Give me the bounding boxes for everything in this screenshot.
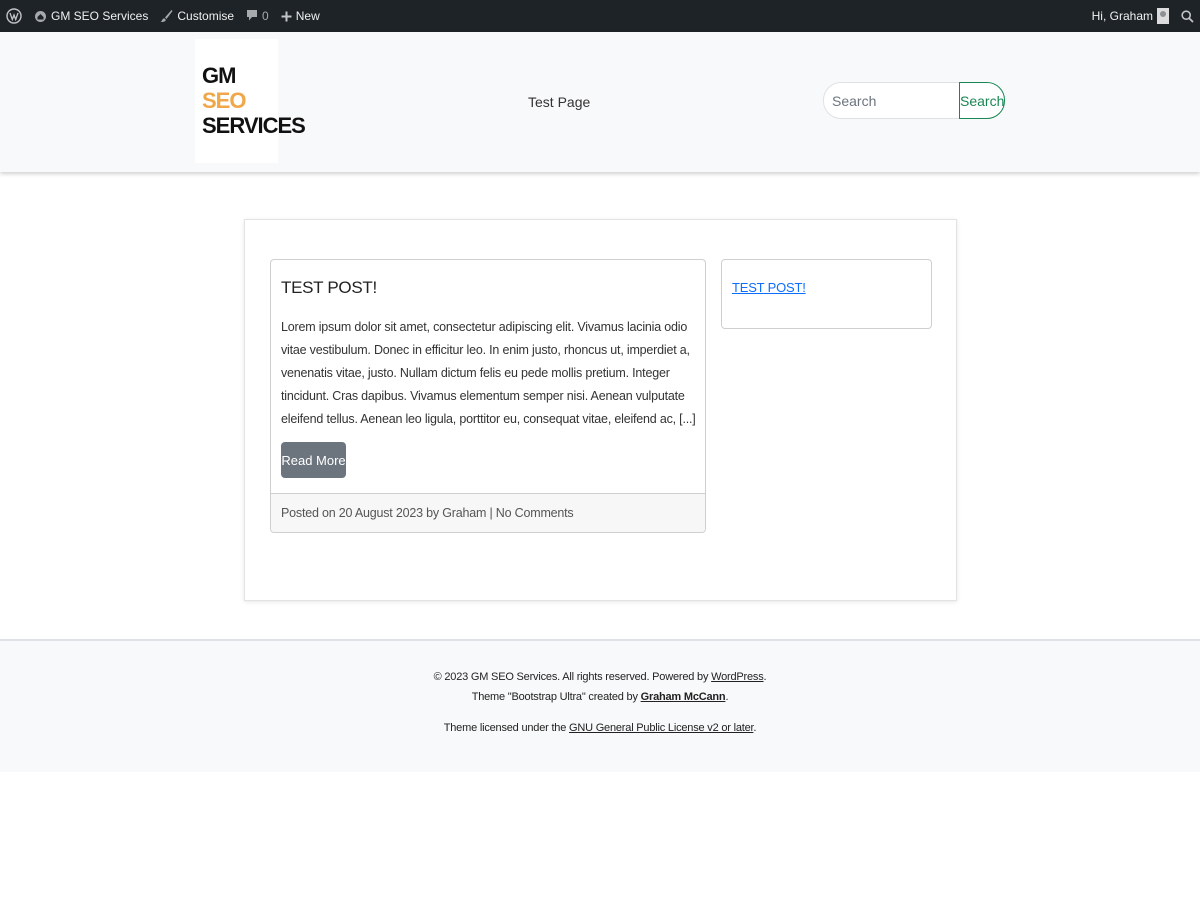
admin-bar-left: GM SEO Services Customise 0 New	[0, 0, 326, 32]
wordpress-link[interactable]: WordPress	[711, 671, 764, 683]
site-footer: © 2023 GM SEO Services. All rights reser…	[0, 639, 1200, 772]
home-dashboard-icon	[35, 10, 46, 22]
admin-bar: GM SEO Services Customise 0 New Hi, Grah…	[0, 0, 1200, 32]
post-date-link[interactable]: 20 August 2023	[339, 506, 423, 520]
theme-author-link[interactable]: Graham McCann	[641, 691, 726, 703]
customise-label: Customise	[177, 9, 235, 23]
new-content-link[interactable]: New	[275, 0, 326, 32]
post-title[interactable]: TEST POST!	[281, 278, 377, 298]
main-content: TEST POST! Lorem ipsum dolor sit amet, c…	[244, 219, 957, 601]
avatar	[1157, 8, 1169, 24]
my-account-link[interactable]: Hi, Graham	[1086, 0, 1175, 32]
brush-icon	[160, 10, 173, 23]
site-name-link[interactable]: GM SEO Services	[28, 0, 154, 32]
footer-license: Theme licensed under the GNU General Pub…	[0, 722, 1200, 734]
sidebar-recent-posts: TEST POST!	[721, 259, 932, 329]
license-link[interactable]: GNU General Public License v2 or later	[569, 722, 754, 734]
wordpress-icon	[6, 8, 22, 24]
footer-license-text: Theme licensed under the	[443, 722, 569, 734]
footer-copyright-text: © 2023 GM SEO Services. All rights reser…	[433, 671, 712, 683]
admin-bar-right: Hi, Graham	[1086, 0, 1200, 32]
footer-license-end: .	[753, 722, 757, 734]
footer-copyright-end: .	[763, 671, 767, 683]
sidebar-post-link[interactable]: TEST POST!	[732, 280, 806, 295]
post-card: TEST POST! Lorem ipsum dolor sit amet, c…	[270, 259, 706, 533]
search-input[interactable]	[823, 82, 960, 119]
post-meta-prefix: Posted on	[281, 506, 339, 520]
new-label: New	[295, 9, 320, 23]
search-button[interactable]: Search	[959, 82, 1005, 119]
footer-theme-credit: Theme "Bootstrap Ultra" created by Graha…	[0, 691, 1200, 703]
logo-text-seo: SEO	[202, 88, 246, 113]
logo-text-services: SERVICES	[202, 113, 306, 138]
site-header: GM SEO SERVICES Test Page Search	[0, 32, 1200, 172]
comments-count: 0	[262, 9, 269, 23]
site-logo[interactable]: GM SEO SERVICES	[195, 39, 306, 163]
comments-link[interactable]: 0	[240, 0, 275, 32]
admin-search-button[interactable]	[1175, 0, 1200, 32]
post-meta-separator: |	[486, 506, 496, 520]
post-comments-link[interactable]: No Comments	[496, 506, 574, 520]
post-meta: Posted on 20 August 2023 by Graham | No …	[271, 493, 705, 532]
footer-copyright: © 2023 GM SEO Services. All rights reser…	[0, 671, 1200, 683]
read-more-button[interactable]: Read More	[281, 442, 346, 478]
nav-item-test-page[interactable]: Test Page	[528, 94, 590, 110]
post-author-link[interactable]: Graham	[442, 506, 486, 520]
comment-bubble-icon	[247, 10, 258, 21]
greeting-label: Hi, Graham	[1091, 9, 1153, 23]
site-name-label: GM SEO Services	[51, 9, 149, 23]
search-icon	[1181, 9, 1194, 23]
footer-theme-end: .	[725, 691, 729, 703]
search-form: Search	[823, 82, 1005, 119]
post-meta-by: by	[422, 506, 443, 520]
customise-link[interactable]: Customise	[154, 0, 240, 32]
wordpress-logo-button[interactable]	[0, 0, 28, 32]
post-excerpt: Lorem ipsum dolor sit amet, consectetur …	[281, 320, 696, 426]
footer-theme-text: Theme "Bootstrap Ultra" created by	[471, 691, 641, 703]
logo-text-gm: GM	[202, 63, 236, 88]
plus-icon	[281, 11, 292, 21]
